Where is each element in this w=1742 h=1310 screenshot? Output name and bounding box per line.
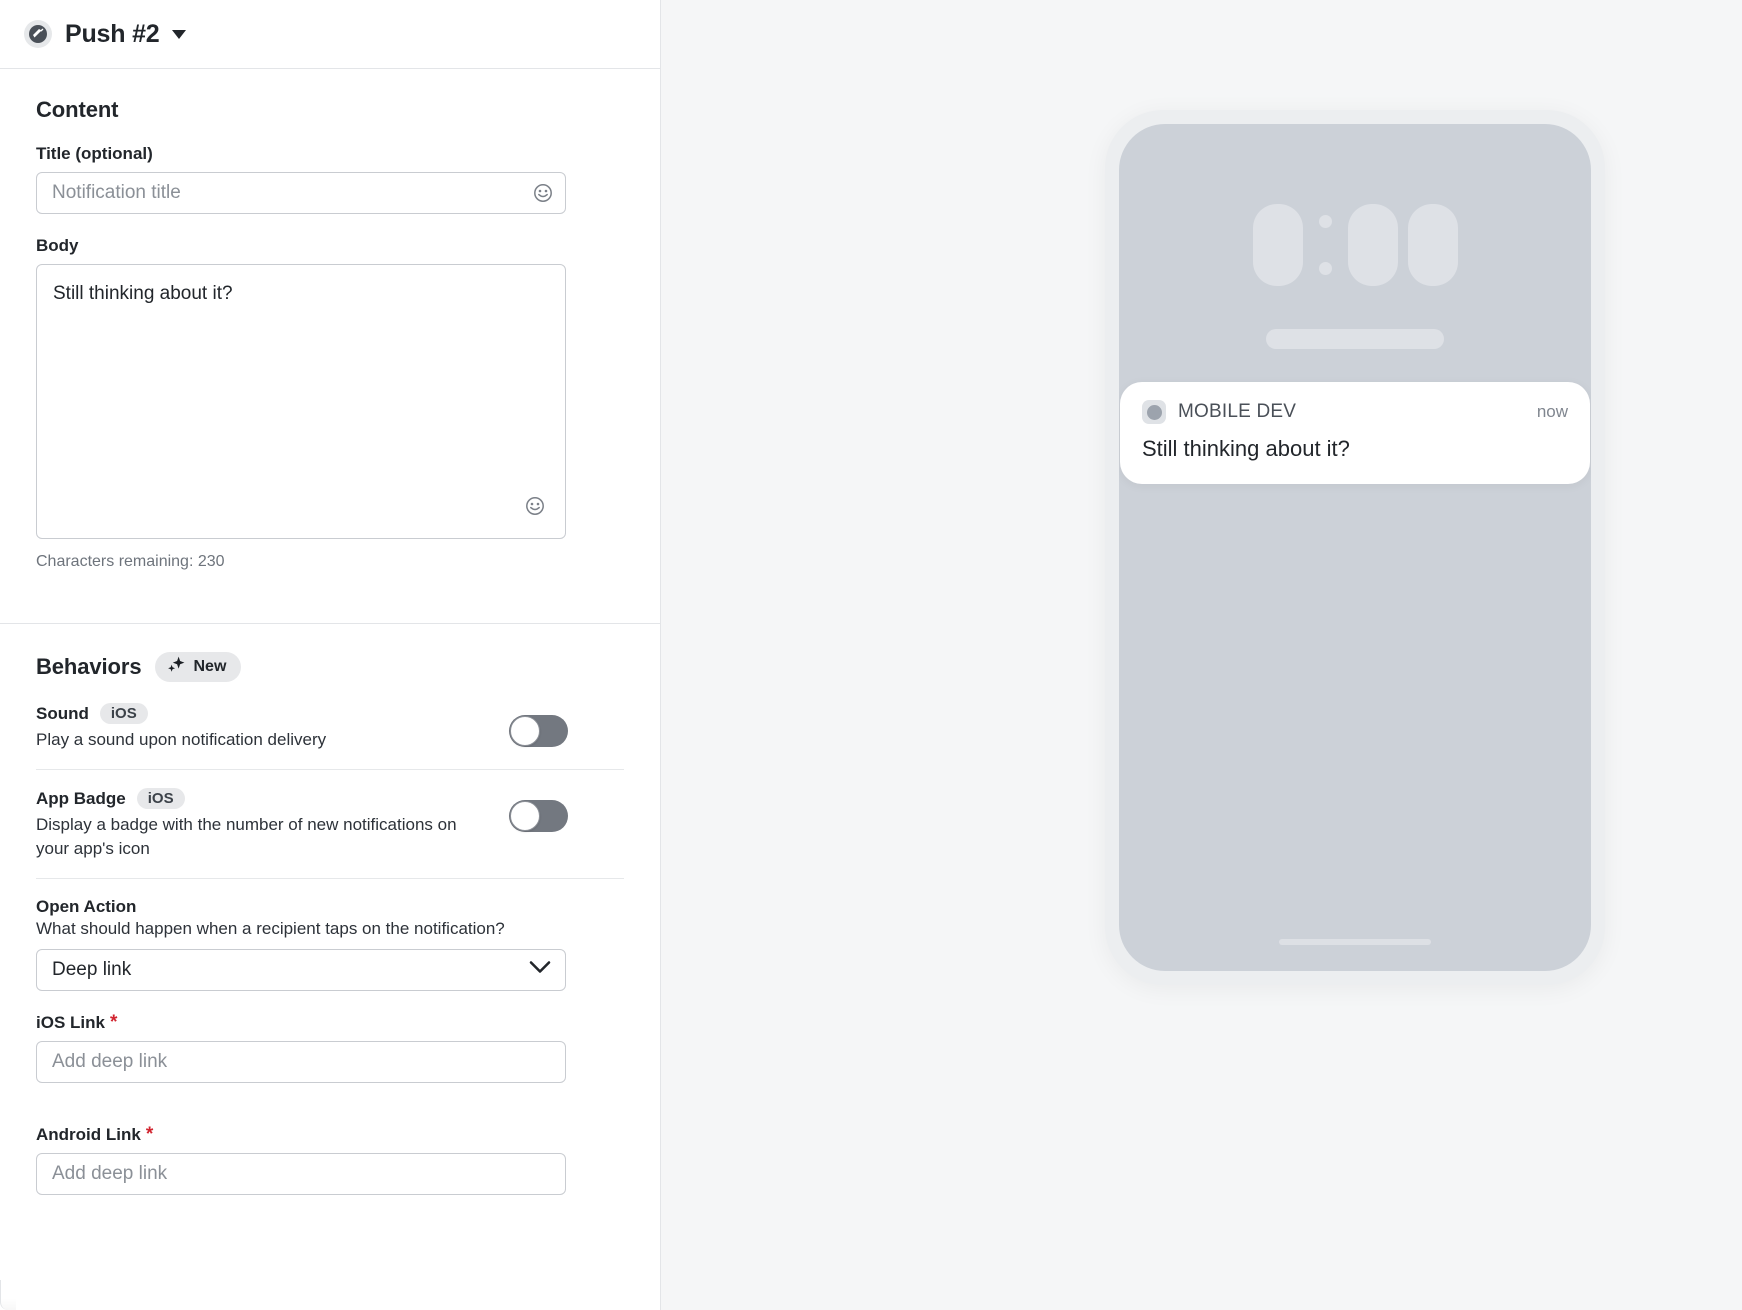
panel-header: Push #2	[0, 0, 660, 69]
notification-preview-card[interactable]: MOBILE DEV now Still thinking about it?	[1120, 382, 1590, 484]
app-badge-toggle[interactable]	[509, 800, 568, 833]
ios-link-input[interactable]: Add deep link	[36, 1041, 566, 1084]
lockscreen-clock-placeholder	[1119, 204, 1591, 286]
open-action-description: What should happen when a recipient taps…	[36, 919, 505, 939]
open-action-label: Open Action	[36, 897, 137, 917]
title-input-placeholder: Notification title	[52, 182, 181, 203]
body-field-label: Body	[36, 236, 79, 255]
open-action-group: Open Action What should happen when a re…	[36, 897, 624, 992]
phone-mockup: MOBILE DEV now Still thinking about it?	[1105, 110, 1605, 985]
new-badge-label: New	[193, 658, 227, 675]
behavior-app-badge-text: App Badge iOS Display a badge with the n…	[36, 788, 476, 860]
clock-colon-placeholder	[1318, 215, 1332, 275]
page-fold-decoration	[0, 1280, 16, 1310]
title-input[interactable]: Notification title	[36, 172, 566, 214]
push-notification-editor: Push #2 Content Title (optional) Notific…	[0, 0, 1742, 1310]
open-action-selected-value: Deep link	[52, 959, 132, 981]
behavior-row-app-badge: App Badge iOS Display a badge with the n…	[36, 788, 624, 880]
ios-link-label: iOS Link *	[36, 1013, 624, 1033]
page-title: Push #2	[65, 19, 160, 48]
emoji-smiley-icon[interactable]	[533, 183, 553, 203]
content-heading: Content	[36, 97, 119, 122]
notification-header: MOBILE DEV now	[1142, 400, 1568, 424]
content-section: Content Title (optional) Notification ti…	[0, 69, 660, 624]
behavior-row-sound: Sound iOS Play a sound upon notification…	[36, 703, 624, 771]
os-badge-ios: iOS	[99, 703, 148, 724]
behavior-sound-text: Sound iOS Play a sound upon notification…	[36, 703, 326, 751]
home-indicator	[1279, 939, 1431, 945]
behavior-sound-label: Sound	[36, 703, 89, 723]
new-badge: New	[155, 652, 242, 682]
editor-panel: Push #2 Content Title (optional) Notific…	[0, 0, 661, 1310]
lockscreen-date-placeholder	[1266, 329, 1444, 349]
notification-body-text: Still thinking about it?	[1142, 436, 1350, 461]
behaviors-section: Behaviors New Sound iOS Play a sound upo…	[0, 624, 660, 1247]
title-field-label: Title (optional)	[36, 144, 153, 163]
emoji-smiley-icon[interactable]	[525, 496, 545, 516]
android-link-label: Android Link *	[36, 1125, 624, 1145]
body-textarea[interactable]: Still thinking about it?	[36, 264, 566, 539]
body-field-group: Body Still thinking about it? Characters…	[36, 236, 624, 571]
behavior-app-badge-label: App Badge	[36, 788, 126, 808]
os-badge-ios: iOS	[136, 788, 185, 810]
push-campaign-icon	[24, 20, 52, 48]
clock-digit-placeholder	[1407, 204, 1458, 286]
behaviors-heading: Behaviors New	[36, 652, 624, 682]
open-action-select[interactable]: Deep link	[36, 949, 566, 992]
android-link-input[interactable]: Add deep link	[36, 1153, 566, 1196]
notification-app-name: MOBILE DEV	[1178, 401, 1297, 422]
characters-remaining-text: Characters remaining: 230	[36, 553, 225, 570]
chevron-down-icon	[529, 961, 551, 980]
ios-link-label-text: iOS Link	[36, 1013, 105, 1033]
ios-link-placeholder: Add deep link	[52, 1051, 168, 1073]
body-textarea-value: Still thinking about it?	[53, 283, 233, 304]
behaviors-heading-label: Behaviors	[36, 654, 142, 679]
toggle-knob	[510, 801, 540, 832]
notification-timestamp: now	[1536, 402, 1568, 421]
phone-screen: MOBILE DEV now Still thinking about it?	[1119, 124, 1591, 971]
android-link-group: Android Link * Add deep link	[36, 1125, 624, 1196]
android-link-label-text: Android Link	[36, 1125, 141, 1145]
app-icon	[1142, 400, 1166, 424]
behavior-sound-title: Sound iOS	[36, 703, 326, 724]
ios-link-group: iOS Link * Add deep link	[36, 1013, 624, 1084]
required-asterisk: *	[145, 1124, 154, 1146]
behavior-sound-description: Play a sound upon notification delivery	[36, 730, 327, 749]
behavior-app-badge-description: Display a badge with the number of new n…	[36, 815, 457, 858]
sparkle-icon	[167, 656, 186, 678]
clock-digit-placeholder	[1252, 204, 1303, 286]
chevron-down-icon[interactable]	[172, 29, 187, 39]
behavior-app-badge-title: App Badge iOS	[36, 788, 476, 810]
title-field-group: Title (optional) Notification title	[36, 144, 624, 214]
sound-toggle[interactable]	[509, 715, 568, 747]
toggle-knob	[510, 716, 540, 746]
android-link-placeholder: Add deep link	[52, 1163, 168, 1185]
required-asterisk: *	[109, 1012, 118, 1034]
preview-panel: MOBILE DEV now Still thinking about it?	[661, 0, 1742, 1310]
clock-digit-placeholder	[1347, 204, 1398, 286]
